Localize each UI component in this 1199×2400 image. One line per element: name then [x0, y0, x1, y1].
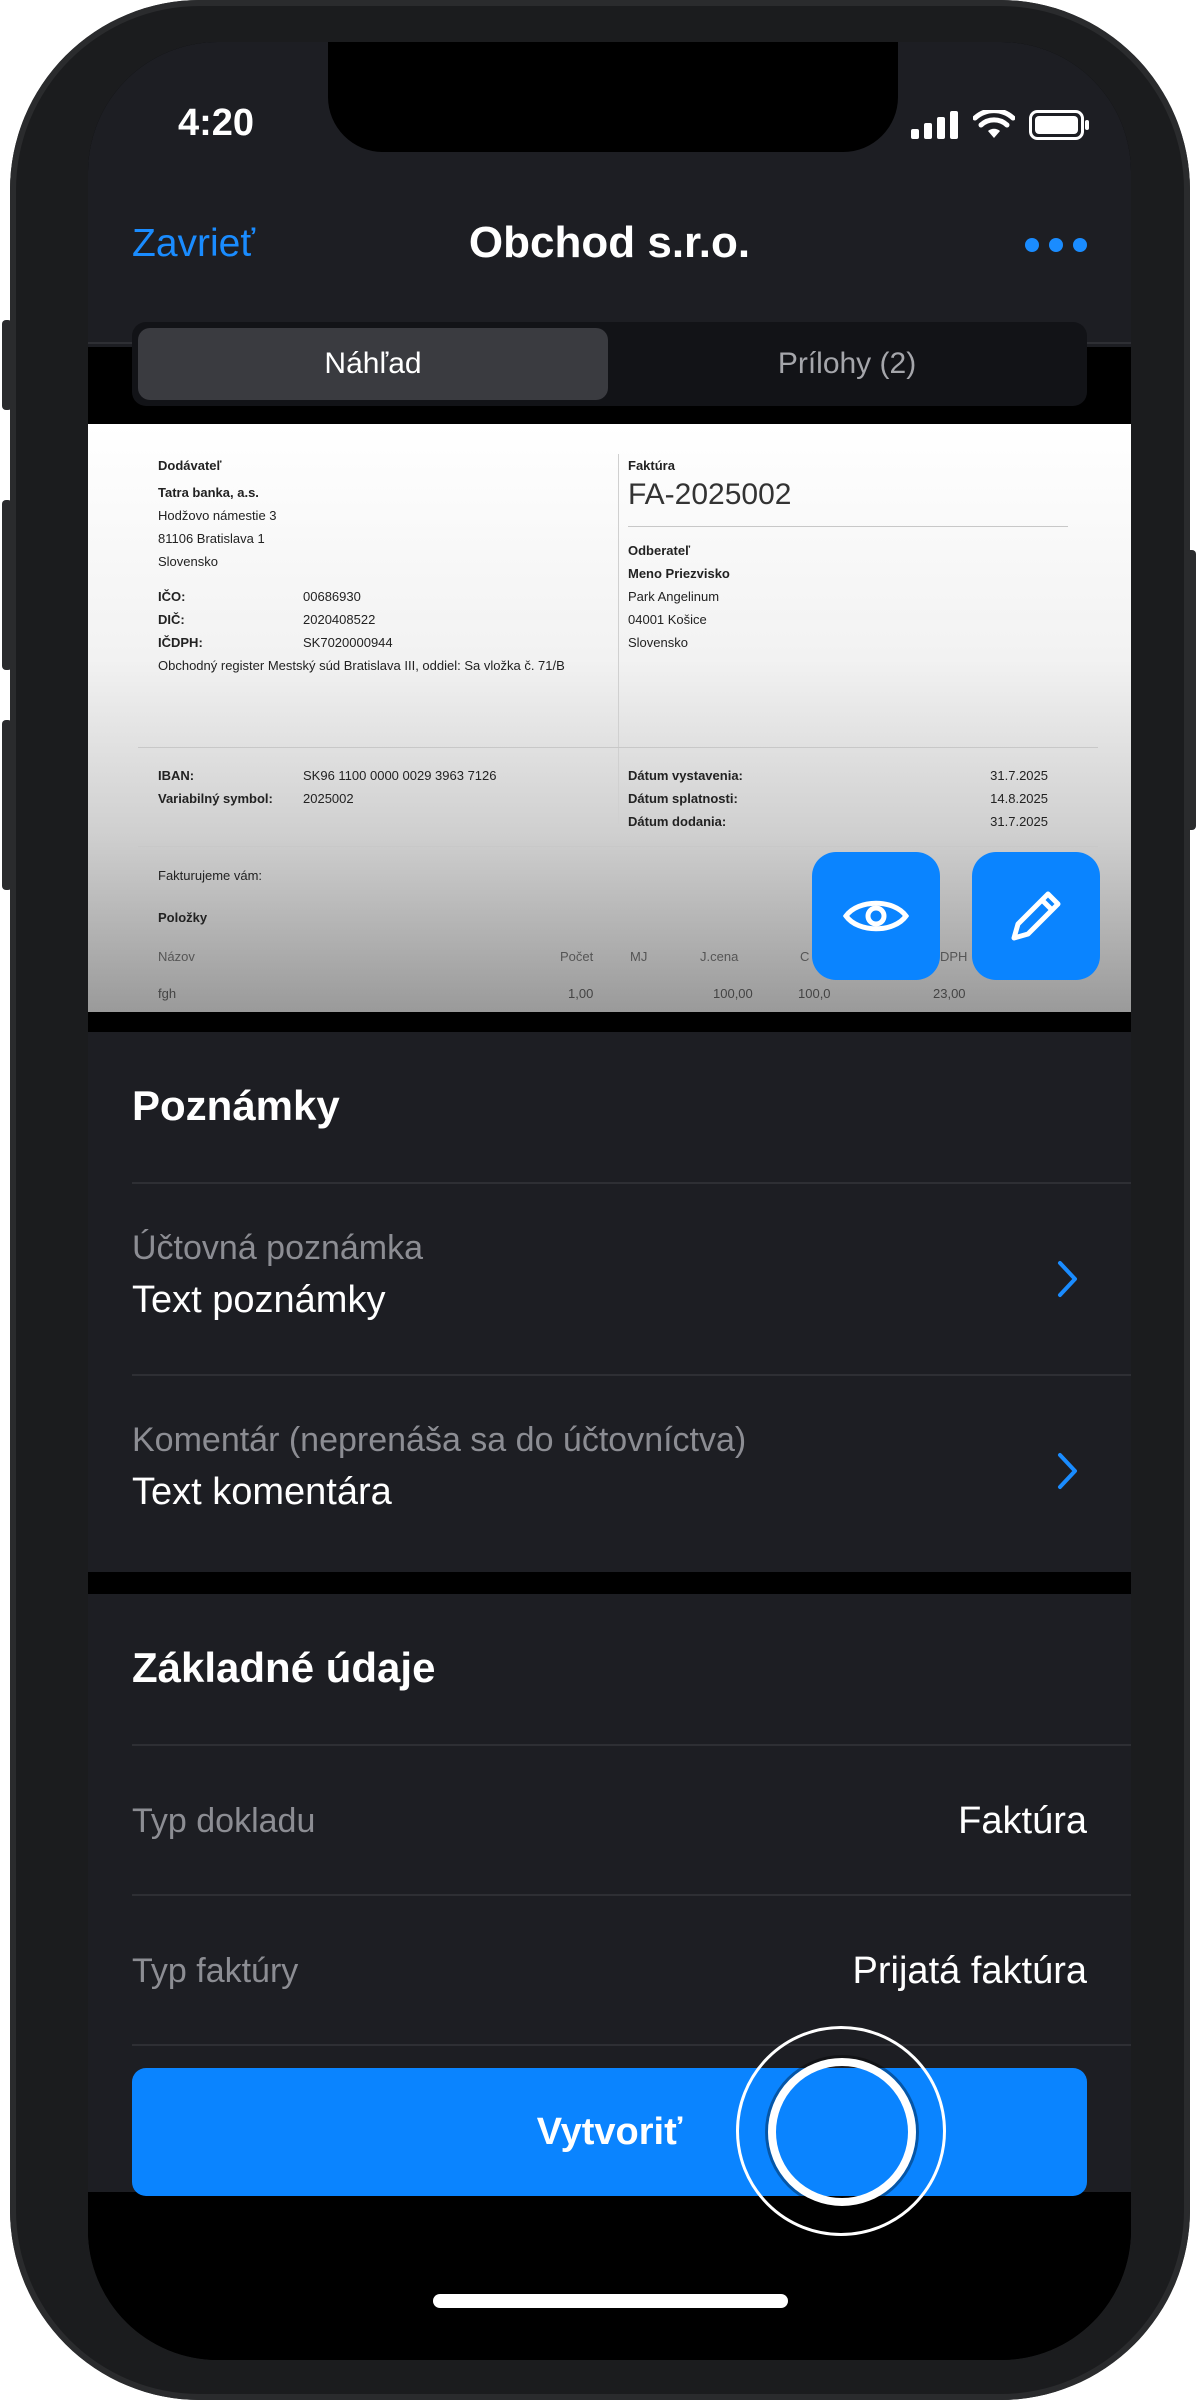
document-type-label: Typ dokladu	[132, 1802, 316, 1840]
delivery-date-value: 31.7.2025	[990, 814, 1048, 829]
invoice-type-label: Typ faktúry	[132, 1952, 299, 1990]
items-heading: Položky	[158, 910, 208, 925]
notes-card: Poznámky Účtovná poznámka Text poznámky …	[88, 1032, 1131, 1572]
comment-label: Komentár (neprenáša sa do účtovníctva)	[132, 1421, 747, 1459]
preview-button[interactable]	[812, 852, 940, 980]
tab-attachments[interactable]: Prílohy (2)	[612, 328, 1082, 400]
home-indicator[interactable]	[433, 2294, 788, 2308]
vs-label: Variabilný symbol:	[158, 791, 273, 806]
edit-button[interactable]	[972, 852, 1100, 980]
comment-value: Text komentára	[132, 1471, 392, 1513]
volume-down-button	[2, 720, 12, 890]
payment-block: IBAN: SK96 1100 0000 0029 3963 7126 Varia…	[158, 764, 608, 810]
list-item[interactable]: Typ faktúry Prijatá faktúra	[88, 1896, 1131, 2044]
eye-icon	[843, 900, 909, 932]
notch	[328, 42, 898, 152]
issue-date-label: Dátum vystavenia:	[628, 768, 743, 783]
supplier-heading: Dodávateľ	[158, 458, 222, 473]
doc-divider-2	[138, 846, 1098, 847]
invoice-block: Faktúra FA-2025002 Odberateľ Meno Priezv…	[628, 454, 1068, 654]
power-button	[1186, 550, 1196, 830]
delivery-date-label: Dátum dodania:	[628, 814, 727, 829]
supplier-street: Hodžovo námestie 3	[158, 508, 277, 523]
doc-column-divider	[618, 454, 619, 824]
mute-switch	[2, 320, 12, 410]
col-name: Názov	[158, 949, 195, 964]
vs-value: 2025002	[303, 791, 354, 806]
doc-divider-1	[138, 747, 1098, 748]
status-time: 4:20	[178, 102, 255, 144]
customer-street: Park Angelinum	[628, 589, 720, 604]
item-total: 100,0	[798, 986, 831, 1001]
basic-divider-3	[132, 2044, 1131, 2046]
notes-title: Poznámky	[132, 1082, 340, 1129]
item-vat: 23,00	[933, 986, 966, 1001]
ellipsis-icon[interactable]	[1025, 238, 1087, 252]
signal-icon	[911, 111, 958, 139]
item-name: fgh	[158, 986, 177, 1001]
chevron-right-icon	[1058, 1453, 1077, 1489]
touch-indicator-inner	[768, 2058, 916, 2206]
item-price: 100,00	[713, 986, 753, 1001]
icdph-value: SK7020000944	[303, 635, 393, 650]
bottom-bar	[88, 2192, 1131, 2360]
invoice-preview[interactable]: Dodávateľ Tatra banka, a.s. Hodžovo náme…	[88, 424, 1131, 1012]
status-icons	[911, 110, 1091, 140]
customer-name: Meno Priezvisko	[628, 566, 730, 581]
navigation-bar: Zavrieť Obchod s.r.o.	[88, 172, 1131, 347]
customer-heading: Odberateľ	[628, 543, 691, 558]
accounting-note-value: Text poznámky	[132, 1279, 386, 1321]
chevron-right-icon	[1058, 1261, 1077, 1297]
iban-value: SK96 1100 0000 0029 3963 7126	[303, 768, 497, 783]
due-date-label: Dátum splatnosti:	[628, 791, 738, 806]
volume-up-button	[2, 500, 12, 670]
list-item[interactable]: Komentár (neprenáša sa do účtovníctva) T…	[88, 1376, 1131, 1566]
wifi-icon	[973, 110, 1015, 138]
customer-country: Slovensko	[628, 635, 688, 650]
col-count: Počet	[560, 949, 594, 964]
item-count: 1,00	[568, 986, 594, 1001]
screen: 4:20 Zavrieť Obchod s.r.o. Náhľad Príloh…	[88, 42, 1131, 2360]
dic-label: DIČ:	[158, 612, 185, 627]
register-text: Obchodný register Mestský súd Bratislava…	[158, 658, 565, 673]
supplier-city: 81106 Bratislava 1	[158, 531, 265, 546]
invoice-type-value: Prijatá faktúra	[852, 1950, 1087, 1992]
col-price: J.cena	[700, 949, 739, 964]
supplier-country: Slovensko	[158, 554, 218, 569]
items-header-row: Názov Počet MJ J.cena C DPH	[158, 949, 1078, 972]
list-item[interactable]: Účtovná poznámka Text poznámky	[88, 1184, 1131, 1374]
invoice-divider	[628, 526, 1068, 527]
table-row: fgh 1,00 100,00 100,0 23,00	[158, 986, 1078, 1009]
due-date-value: 14.8.2025	[990, 791, 1048, 806]
pencil-icon	[1011, 891, 1061, 941]
invoice-number: FA-2025002	[628, 478, 792, 511]
customer-city: 04001 Košice	[628, 612, 707, 627]
ico-value: 00686930	[303, 589, 361, 604]
document-type-value: Faktúra	[958, 1800, 1087, 1842]
dates-block: Dátum vystavenia: 31.7.2025 Dátum splatno…	[628, 764, 1048, 833]
ico-label: IČO:	[158, 589, 186, 604]
accounting-note-label: Účtovná poznámka	[132, 1229, 424, 1267]
battery-icon	[1029, 110, 1089, 140]
issue-date-value: 31.7.2025	[990, 768, 1048, 783]
invoicing-text: Fakturujeme vám:	[158, 868, 263, 883]
list-item[interactable]: Typ dokladu Faktúra	[88, 1746, 1131, 1894]
tab-preview[interactable]: Náhľad	[138, 328, 608, 400]
page-title: Obchod s.r.o.	[468, 218, 751, 267]
col-unit: MJ	[630, 949, 648, 964]
segmented-control: Náhľad Prílohy (2)	[132, 322, 1087, 406]
supplier-name: Tatra banka, a.s.	[158, 485, 259, 500]
col-total: C	[800, 949, 810, 964]
basic-title: Základné údaje	[132, 1644, 436, 1691]
invoice-heading: Faktúra	[628, 458, 675, 473]
dic-value: 2020408522	[303, 612, 376, 627]
col-vat: DPH	[940, 949, 968, 964]
iban-label: IBAN:	[158, 768, 195, 783]
phone-frame: 4:20 Zavrieť Obchod s.r.o. Náhľad Príloh…	[2, 0, 1196, 2400]
icdph-label: IČDPH:	[158, 635, 203, 650]
supplier-block: Dodávateľ Tatra banka, a.s. Hodžovo náme…	[158, 454, 608, 677]
